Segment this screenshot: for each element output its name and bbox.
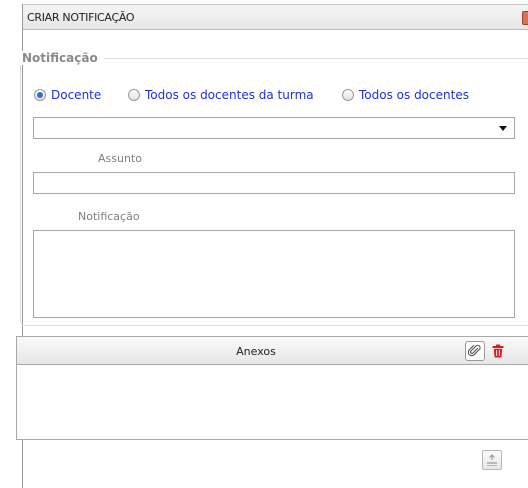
trash-icon[interactable]: [492, 344, 504, 358]
radio-label[interactable]: Todos os docentes da turma: [145, 88, 314, 102]
attachments-header: Anexos: [236, 345, 276, 358]
radio-button[interactable]: [128, 89, 140, 101]
close-icon[interactable]: [522, 11, 528, 25]
radio-label[interactable]: Todos os docentes: [359, 88, 469, 102]
radio-docente[interactable]: Docente: [34, 88, 101, 102]
subject-label: Assunto: [98, 152, 142, 165]
chevron-down-icon[interactable]: [499, 126, 507, 131]
notification-legend: Notificação: [20, 51, 104, 65]
radio-todos-docentes-turma[interactable]: Todos os docentes da turma: [128, 88, 314, 102]
message-textarea[interactable]: [33, 230, 515, 318]
attachments-list: [17, 366, 528, 440]
radio-button[interactable]: [34, 89, 46, 101]
paperclip-icon[interactable]: [465, 341, 485, 361]
radio-button[interactable]: [342, 89, 354, 101]
docente-select[interactable]: [33, 117, 515, 139]
attachments-grid-header: Anexos: [17, 337, 528, 365]
save-icon[interactable]: [482, 450, 502, 470]
dialog-titlebar[interactable]: CRIAR NOTIFICAÇÃO: [23, 4, 528, 30]
message-label: Notificação: [78, 210, 140, 223]
subject-input[interactable]: [33, 172, 515, 194]
dialog-title: CRIAR NOTIFICAÇÃO: [27, 11, 135, 24]
radio-todos-docentes[interactable]: Todos os docentes: [342, 88, 469, 102]
radio-label[interactable]: Docente: [51, 88, 101, 102]
attachments-grid: Anexos: [16, 336, 528, 440]
